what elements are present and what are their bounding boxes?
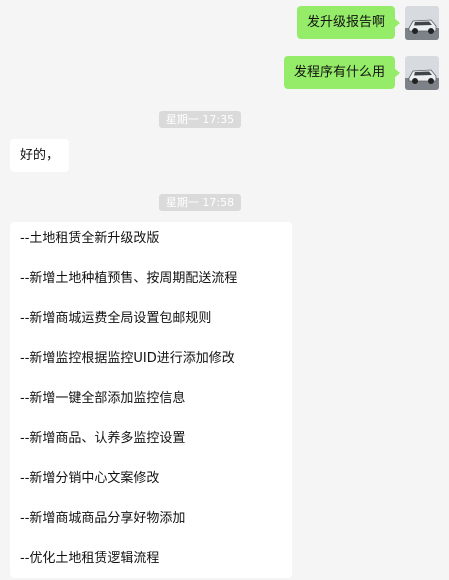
message-line: --新增土地种植预售、按周期配送流程 [20, 271, 238, 286]
user-avatar-icon[interactable] [405, 56, 439, 90]
message-line: --优化土地租赁逻辑流程 [20, 551, 160, 566]
message-bubble-incoming-long[interactable]: --土地租赁全新升级改版 --新增土地种植预售、按周期配送流程 --新增商城运费… [10, 222, 292, 578]
message-row-outgoing: 发升级报告啊 [296, 6, 439, 40]
message-row-outgoing: 发程序有什么用 [283, 56, 439, 90]
message-line: --新增商城运费全局设置包邮规则 [20, 311, 212, 326]
timestamp: 星期一 17:35 [0, 108, 400, 128]
message-line: --土地租赁全新升级改版 [20, 231, 160, 246]
message-bubble-incoming[interactable]: 好的， [10, 139, 70, 172]
message-bubble-outgoing[interactable]: 发程序有什么用 [283, 56, 401, 89]
message-line: --新增商城商品分享好物添加 [20, 511, 186, 526]
message-line: --新增分销中心文案修改 [20, 471, 160, 486]
message-line: --新增商品、认养多监控设置 [20, 431, 186, 446]
timestamp-label: 星期一 17:58 [158, 194, 242, 211]
message-line: --新增一键全部添加监控信息 [20, 391, 186, 406]
timestamp-label: 星期一 17:35 [158, 111, 242, 128]
chat-history: 发升级报告啊 发程序有什么用 星期一 17:35 好的， 星期一 17:58 -… [0, 0, 449, 580]
user-avatar-icon[interactable] [405, 6, 439, 40]
car-photo-avatar-icon [405, 6, 439, 40]
message-line: --新增监控根据监控UID进行添加修改 [20, 351, 235, 366]
timestamp: 星期一 17:58 [0, 191, 400, 211]
message-bubble-outgoing[interactable]: 发升级报告啊 [296, 6, 401, 39]
car-photo-avatar-icon [405, 56, 439, 90]
